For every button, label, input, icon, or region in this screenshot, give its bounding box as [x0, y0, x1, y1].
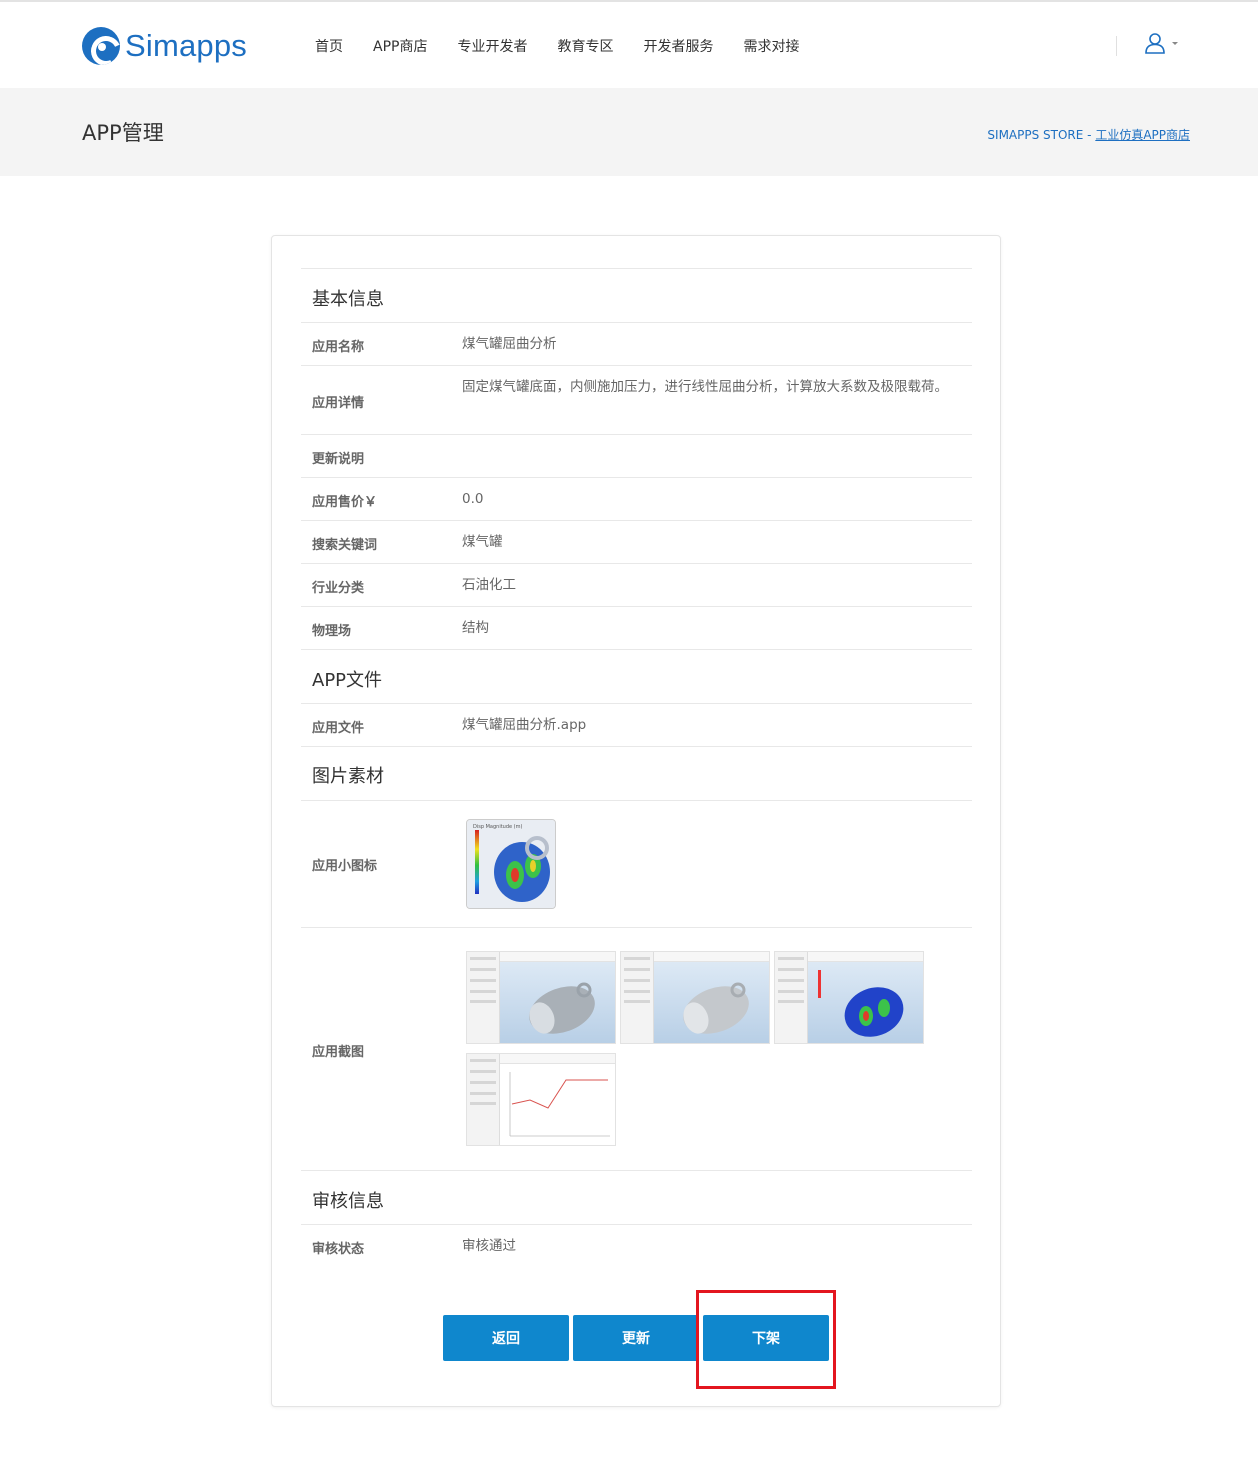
nav-education[interactable]: 教育专区	[557, 36, 613, 56]
review-status-value: 审核通过	[462, 1238, 516, 1254]
screenshot-3[interactable]	[774, 951, 924, 1044]
row-app-name: 应用名称 煤气罐屈曲分析	[301, 322, 972, 365]
section-app-file: APP文件	[301, 649, 972, 703]
cylinder-model-icon	[529, 982, 595, 1034]
section-title: 图片素材	[312, 766, 384, 787]
logo-icon	[82, 27, 120, 65]
field-label: 更新说明	[312, 452, 365, 467]
svg-text:Disp Magnitude (m): Disp Magnitude (m)	[473, 824, 523, 830]
section-basic-info: 基本信息	[301, 268, 972, 322]
section-title: 基本信息	[312, 289, 384, 310]
breadcrumb-prefix: SIMAPPS STORE -	[987, 128, 1096, 142]
section-image-assets: 图片素材	[301, 746, 972, 800]
page-title: APP管理	[82, 121, 164, 145]
contour-plot-icon: Disp Magnitude (m)	[467, 820, 555, 908]
row-industry: 行业分类 石油化工	[301, 563, 972, 606]
main-nav: 首页 APP商店 专业开发者 教育专区 开发者服务 需求对接	[315, 36, 829, 56]
unpublish-button[interactable]: 下架	[703, 1315, 829, 1361]
nav-app-store[interactable]: APP商店	[373, 36, 427, 56]
row-app-file: 应用文件 煤气罐屈曲分析.app	[301, 703, 972, 746]
nav-developer-services[interactable]: 开发者服务	[643, 36, 713, 56]
section-title: 审核信息	[312, 1191, 384, 1212]
update-button[interactable]: 更新	[573, 1315, 699, 1361]
chevron-down-icon	[1172, 41, 1178, 45]
page-title-band: APP管理 SIMAPPS STORE - 工业仿真APP商店	[0, 88, 1258, 176]
app-detail-card: 基本信息 应用名称 煤气罐屈曲分析 应用详情 固定煤气罐底面，内侧施加压力，进行…	[271, 235, 1001, 1407]
breadcrumb: SIMAPPS STORE - 工业仿真APP商店	[987, 126, 1190, 143]
field-value: 0.0	[462, 491, 484, 507]
field-label: 行业分类	[312, 581, 365, 596]
field-label: 审核状态	[312, 1242, 365, 1257]
nav-pro-developer[interactable]: 专业开发者	[457, 36, 527, 56]
field-label: 应用名称	[312, 340, 365, 355]
row-review-status: 审核状态 审核通过	[301, 1224, 972, 1267]
field-label: 应用文件	[312, 721, 365, 736]
field-value: 固定煤气罐底面，内侧施加压力，进行线性屈曲分析，计算放大系数及极限载荷。	[462, 379, 948, 395]
field-value: 煤气罐	[462, 534, 503, 550]
row-screenshots: 应用截图	[301, 927, 972, 1170]
screenshot-2[interactable]	[620, 951, 770, 1044]
field-label: 应用详情	[312, 396, 365, 411]
stress-result-icon	[818, 970, 904, 1037]
section-review-info: 审核信息	[301, 1170, 972, 1224]
row-price: 应用售价￥ 0.0	[301, 477, 972, 520]
field-label: 应用售价￥	[312, 495, 378, 510]
field-label: 应用小图标	[312, 859, 378, 874]
section-title: APP文件	[312, 670, 383, 691]
breadcrumb-link[interactable]: 工业仿真APP商店	[1095, 128, 1190, 142]
row-app-icon: 应用小图标 Disp Magnitude (m)	[301, 800, 972, 927]
row-keywords: 搜索关键词 煤气罐	[301, 520, 972, 563]
app-file-name: 煤气罐屈曲分析.app	[462, 717, 587, 733]
line-chart-icon	[509, 1072, 610, 1137]
row-app-detail: 应用详情 固定煤气罐底面，内侧施加压力，进行线性屈曲分析，计算放大系数及极限载荷…	[301, 365, 972, 434]
field-value: 煤气罐屈曲分析	[462, 336, 557, 352]
user-icon	[1145, 33, 1165, 54]
screenshot-1[interactable]	[466, 951, 616, 1044]
screenshot-4[interactable]	[466, 1053, 616, 1146]
field-value: 石油化工	[462, 577, 516, 593]
nav-demand-matching[interactable]: 需求对接	[743, 36, 799, 56]
field-label: 物理场	[312, 624, 352, 639]
field-value: 结构	[462, 620, 489, 636]
row-physics: 物理场 结构	[301, 606, 972, 649]
nav-home[interactable]: 首页	[315, 36, 343, 56]
back-button[interactable]: 返回	[443, 1315, 569, 1361]
field-label: 应用截图	[312, 1045, 365, 1060]
app-icon-image[interactable]: Disp Magnitude (m)	[466, 819, 556, 909]
field-label: 搜索关键词	[312, 538, 378, 553]
logo[interactable]: Simapps	[82, 26, 247, 66]
row-update-notes: 更新说明	[301, 434, 972, 477]
mesh-model-icon	[683, 982, 749, 1034]
user-menu[interactable]	[1144, 32, 1178, 54]
logo-text: Simapps	[125, 28, 248, 63]
header-divider	[1116, 36, 1117, 56]
site-header: Simapps 首页 APP商店 专业开发者 教育专区 开发者服务 需求对接	[0, 2, 1258, 88]
